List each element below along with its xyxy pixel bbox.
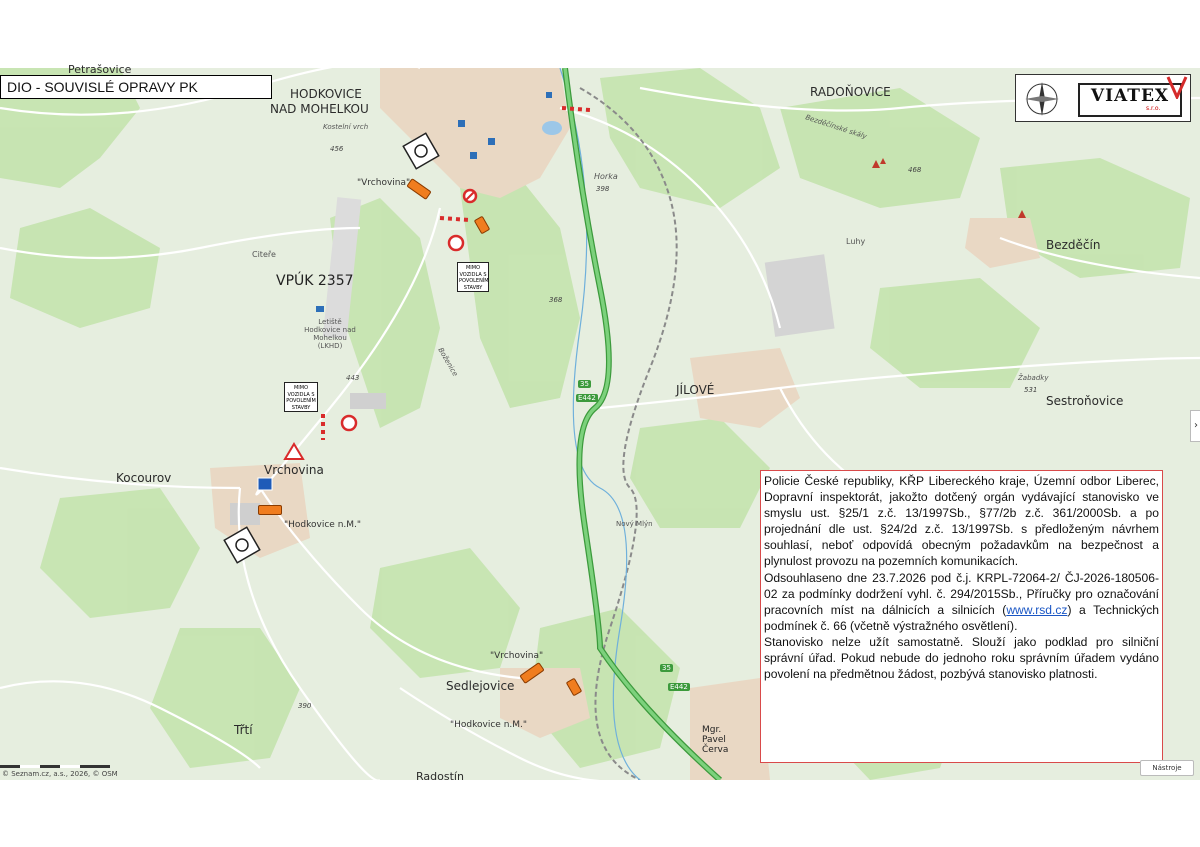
- altitude-label: 398: [596, 185, 610, 193]
- place-bezdecin: Bezděčín: [1046, 238, 1101, 252]
- altitude-label: 468: [908, 166, 922, 174]
- exception-sign: MIMO VOZIDLA S POVOLENÍM STAVBY: [284, 382, 318, 412]
- place-hodkovice-line1: HODKOVICE: [290, 87, 362, 101]
- place-radostin: Radostín: [416, 770, 464, 783]
- place-luhy: Luhy: [846, 237, 866, 246]
- logo-mark-icon: [1166, 76, 1188, 99]
- place-sedlejovice: Sedlejovice: [446, 679, 515, 693]
- quote-vrchovina: "Vrchovina": [490, 651, 544, 661]
- place-zabadky: Žabadky: [1018, 374, 1049, 382]
- road-badge-e442-south: E442: [668, 683, 690, 691]
- place-kostelni-vrch: Kostelní vrch: [323, 123, 369, 131]
- altitude-label: 390: [298, 702, 312, 710]
- altitude-label: 531: [1024, 386, 1038, 394]
- compass-icon: [1025, 82, 1059, 116]
- exception-sign: MIMO VOZIDLA S POVOLENÍM STAVBY: [457, 262, 489, 292]
- place-sestronovice: Sestroňovice: [1046, 394, 1124, 408]
- place-kocourov: Kocourov: [116, 471, 172, 485]
- quote-vrchovina: "Vrchovina": [357, 178, 411, 188]
- rsd-link[interactable]: www.rsd.cz: [1006, 603, 1067, 617]
- statement-paragraph: Odsouhlaseno dne 23.7.2026 pod č.j. KRPL…: [764, 570, 1159, 634]
- altitude-label: 456: [330, 145, 344, 153]
- side-panel-toggle[interactable]: ›: [1190, 410, 1200, 442]
- altitude-label: 443: [346, 374, 360, 382]
- road-badge-d35-south: 35: [660, 664, 673, 672]
- place-vpuk: VPÚK 2357: [276, 273, 354, 289]
- place-hodkovice-line2: NAD MOHELKOU: [270, 102, 369, 116]
- place-trti: Třtí: [234, 723, 253, 737]
- road-badge-d35: 35: [578, 380, 591, 388]
- police-statement: Policie České republiky, KŘP Libereckého…: [760, 470, 1163, 763]
- place-mgr-pavel-cerva: Mgr. Pavel Červa: [702, 725, 729, 755]
- place-letiste: Letiště Hodkovice nad Mohelkou (LKHD): [304, 318, 356, 350]
- place-radonovice: RADOŇOVICE: [810, 85, 891, 99]
- place-vrchovina: Vrchovina: [264, 463, 324, 477]
- place-citere: Citeře: [252, 250, 276, 259]
- tools-button[interactable]: Nástroje: [1140, 760, 1194, 776]
- altitude-label: 368: [549, 296, 563, 304]
- place-horka: Horka: [594, 172, 618, 181]
- quote-hodkovice: "Hodkovice n.M.": [284, 520, 362, 530]
- quote-hodkovice: "Hodkovice n.M.": [450, 720, 528, 730]
- map-attribution: © Seznam.cz, a.s., 2026, © OSM: [2, 770, 118, 778]
- road-badge-e442: E442: [576, 394, 598, 402]
- document-title: DIO - SOUVISLÉ OPRAVY PK: [0, 75, 272, 99]
- place-jilove: JÍLOVÉ: [676, 383, 715, 397]
- company-logo-suffix: s.r.o.: [1146, 105, 1161, 112]
- statement-paragraph: Policie České republiky, KŘP Libereckého…: [764, 474, 1159, 569]
- logo-box: VIATEX s.r.o.: [1015, 74, 1191, 122]
- place-novy-mlyn: Nový Mlýn: [616, 520, 653, 528]
- statement-paragraph: Stanovisko nelze užít samostatně. Slouží…: [764, 634, 1159, 682]
- detour-arrow-icon: [258, 505, 282, 515]
